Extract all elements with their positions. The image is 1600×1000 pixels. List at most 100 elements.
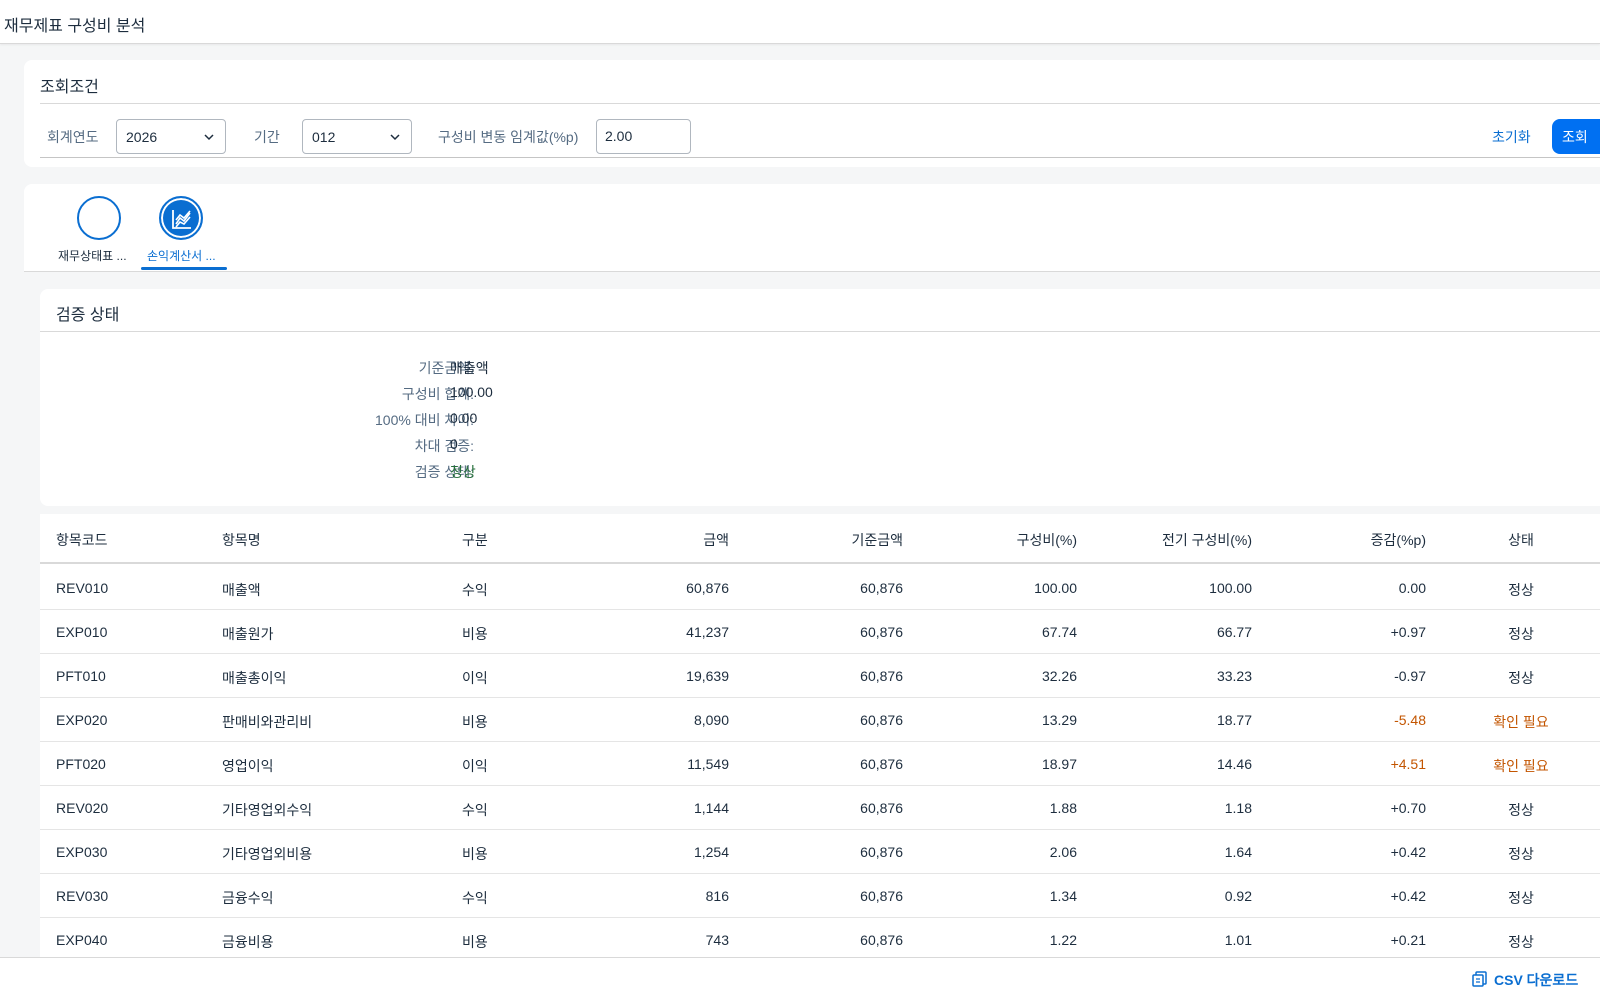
- cell-item-code: REV010: [56, 580, 109, 596]
- threshold-field[interactable]: [596, 119, 691, 154]
- cell-change: -0.97: [1394, 668, 1426, 684]
- table-row[interactable]: PFT010 매출총이익 이익 19,639 60,876 32.26 33.23 -0.97…: [40, 654, 1600, 698]
- cell-ratio: 18.97: [1041, 756, 1077, 772]
- blank-circle-icon: [77, 196, 121, 240]
- column-header-item-code[interactable]: 항목코드: [56, 530, 108, 550]
- table-row[interactable]: EXP020 판매비와관리비 비용 8,090 60,876 13.29 18.77 -5.4…: [40, 698, 1600, 742]
- icon-tab-bar: 재무상태표 ... 손익계산서 ...: [24, 184, 1600, 272]
- cell-item-name: 매출총이익: [222, 670, 287, 686]
- csv-download-label: CSV 다운로드: [1494, 972, 1579, 988]
- cell-status: 정상: [1508, 802, 1534, 818]
- cell-base-amount: 60,876: [860, 580, 903, 596]
- search-button[interactable]: 조회: [1552, 119, 1600, 154]
- cell-base-amount: 60,876: [860, 756, 903, 772]
- cell-item-code: PFT020: [56, 756, 106, 772]
- column-header-prev-ratio[interactable]: 전기 구성비(%): [1162, 530, 1252, 550]
- cell-prev-ratio: 0.92: [1224, 888, 1252, 904]
- footer-toolbar: CSV 다운로드: [0, 957, 1600, 1000]
- cell-ratio: 32.26: [1041, 668, 1077, 684]
- table-header: 항목코드 항목명 구분 금액 기준금액 구성비(%) 전기 구성비(%) 증감(%p) 상태: [40, 514, 1600, 564]
- cell-ratio: 100.00: [1034, 580, 1077, 596]
- cell-amount: 816: [705, 888, 729, 904]
- table-row[interactable]: EXP030 기타영업외비용 비용 1,254 60,876 2.06 1.64 +0.42 정…: [40, 830, 1600, 874]
- cell-item-name: 기타영업외비용: [222, 846, 313, 862]
- cell-category: 비용: [462, 626, 488, 642]
- cell-change: -5.48: [1394, 712, 1426, 728]
- chevron-down-icon: [204, 134, 214, 141]
- cell-prev-ratio: 33.23: [1216, 668, 1252, 684]
- table-row[interactable]: REV010 매출액 수익 60,876 60,876 100.00 100.00 0.00 정…: [40, 566, 1600, 610]
- cell-amount: 8,090: [693, 712, 729, 728]
- tab-balance-sheet[interactable]: 재무상태표 ...: [58, 184, 144, 272]
- threshold-label: 구성비 변동 임계값(%p): [438, 129, 579, 145]
- fiscal-year-value: 2026: [126, 129, 158, 145]
- threshold-input[interactable]: [605, 128, 675, 144]
- cell-item-code: EXP040: [56, 932, 108, 948]
- period-value: 012: [312, 129, 336, 145]
- column-header-base-amount[interactable]: 기준금액: [851, 530, 903, 550]
- cell-category: 수익: [462, 802, 488, 818]
- chevron-down-icon: [390, 134, 400, 141]
- cell-change: +0.21: [1390, 932, 1426, 948]
- cell-change: +0.97: [1390, 624, 1426, 640]
- column-header-item-name[interactable]: 항목명: [222, 530, 261, 550]
- cell-change: 0.00: [1398, 580, 1426, 596]
- cell-ratio: 1.34: [1049, 888, 1077, 904]
- cell-prev-ratio: 1.64: [1224, 844, 1252, 860]
- cell-status: 확인 필요: [1493, 758, 1549, 774]
- tab-income-statement[interactable]: 손익계산서 ...: [141, 184, 230, 272]
- cell-status: 정상: [1508, 890, 1534, 906]
- cell-amount: 11,549: [687, 756, 729, 772]
- cell-prev-ratio: 1.01: [1224, 932, 1252, 948]
- period-select[interactable]: 012: [302, 119, 412, 154]
- fiscal-year-select[interactable]: 2026: [116, 119, 226, 154]
- cell-base-amount: 60,876: [860, 932, 903, 948]
- cell-amount: 1,254: [693, 844, 729, 860]
- cell-amount: 743: [705, 932, 729, 948]
- table-row[interactable]: PFT020 영업이익 이익 11,549 60,876 18.97 14.46 +4.51 확…: [40, 742, 1600, 786]
- column-header-amount[interactable]: 금액: [703, 530, 729, 550]
- cell-item-name: 매출액: [222, 582, 261, 598]
- cell-item-name: 판매비와관리비: [222, 714, 313, 730]
- filter-divider: [40, 103, 1600, 104]
- validation-divider: [40, 331, 1600, 332]
- cell-base-amount: 60,876: [860, 844, 903, 860]
- table-row[interactable]: EXP040 금융비용 비용 743 60,876 1.22 1.01 +0.21 정상: [40, 918, 1600, 957]
- tab-icon-circle: [159, 196, 203, 240]
- cell-category: 이익: [462, 670, 488, 686]
- table-row[interactable]: REV020 기타영업외수익 수익 1,144 60,876 1.88 1.18 +0.70 정…: [40, 786, 1600, 830]
- cell-status: 정상: [1508, 934, 1534, 950]
- cell-base-amount: 60,876: [860, 712, 903, 728]
- cell-category: 수익: [462, 582, 488, 598]
- cell-status: 확인 필요: [1493, 714, 1549, 730]
- cell-category: 비용: [462, 846, 488, 862]
- table-row[interactable]: EXP010 매출원가 비용 41,237 60,876 67.74 66.77 +0.97 정…: [40, 610, 1600, 654]
- column-header-status[interactable]: 상태: [1461, 530, 1581, 550]
- column-header-category[interactable]: 구분: [462, 530, 488, 550]
- validation-panel: 검증 상태 기준금액: 매출액 구성비 합계: 100.00 100% 대비 차…: [40, 289, 1600, 506]
- column-header-ratio[interactable]: 구성비(%): [1017, 530, 1077, 550]
- cell-item-name: 기타영업외수익: [222, 802, 313, 818]
- column-header-change[interactable]: 증감(%p): [1371, 530, 1426, 550]
- table-row[interactable]: REV030 금융수익 수익 816 60,876 1.34 0.92 +0.42 정상: [40, 874, 1600, 918]
- app-title: 재무제표 구성비 분석: [4, 18, 146, 35]
- reset-button[interactable]: 초기화: [1492, 127, 1531, 147]
- validation-row-base-amount: 기준금액: 매출액: [40, 358, 1040, 378]
- tab-label: 손익계산서 ...: [147, 249, 216, 263]
- cell-base-amount: 60,876: [860, 668, 903, 684]
- cell-base-amount: 60,876: [860, 888, 903, 904]
- validation-row-status: 검증 상태: 정상: [40, 462, 1040, 482]
- cell-item-code: PFT010: [56, 668, 106, 684]
- cell-ratio: 1.88: [1049, 800, 1077, 816]
- shell-bar: 재무제표 구성비 분석: [0, 0, 1600, 44]
- line-chart-icon: [172, 210, 191, 229]
- cell-change: +4.51: [1390, 756, 1426, 772]
- cell-ratio: 2.06: [1049, 844, 1077, 860]
- cell-amount: 60,876: [686, 580, 729, 596]
- cell-status: 정상: [1508, 582, 1534, 598]
- csv-download-button[interactable]: CSV 다운로드: [1472, 970, 1578, 990]
- filter-divider-bottom: [40, 157, 1600, 158]
- cell-item-code: EXP020: [56, 712, 108, 728]
- cell-change: +0.70: [1390, 800, 1426, 816]
- cell-change: +0.42: [1390, 888, 1426, 904]
